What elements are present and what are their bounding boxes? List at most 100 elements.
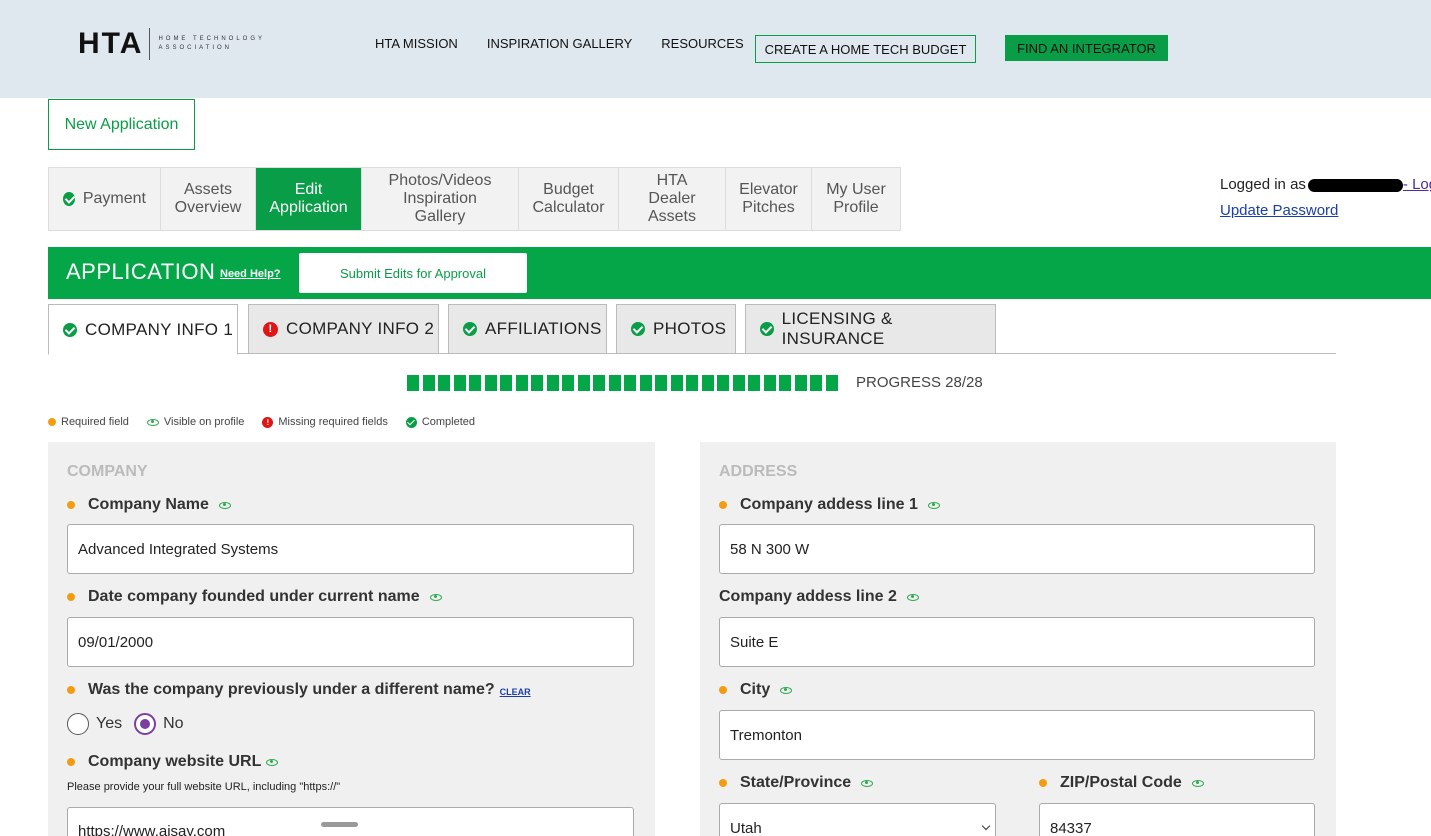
alert-icon: ! [262, 416, 274, 428]
subnav-budget-calculator[interactable]: Budget Calculator [519, 168, 619, 230]
founded-date-label: Date company founded under current name [67, 588, 447, 606]
eye-icon [266, 758, 279, 766]
required-dot-icon [67, 758, 75, 766]
progress-segment [670, 374, 683, 391]
tab-affiliations[interactable]: AFFILIATIONS [448, 304, 607, 354]
subnav-inspiration-gallery[interactable]: Photos/Videos Inspiration Gallery [362, 168, 519, 230]
subnav-label: Photos/Videos Inspiration Gallery [388, 172, 492, 225]
company-name-input[interactable]: Advanced Integrated Systems [67, 524, 634, 574]
city-label: City [719, 681, 797, 699]
drag-handle[interactable] [321, 822, 358, 827]
tab-company-info-2[interactable]: ! COMPANY INFO 2 [248, 304, 439, 354]
progress-segment [810, 374, 822, 391]
logo-mark: HTA [78, 27, 144, 60]
tab-label: PHOTOS [653, 319, 727, 338]
logged-in-label: Logged in as [1220, 176, 1306, 193]
progress-segment [608, 374, 621, 391]
label-text: Company Name [88, 496, 209, 513]
subnav-label: Payment [82, 190, 146, 207]
nav-inspiration-gallery[interactable]: INSPIRATION GALLERY [487, 36, 632, 51]
tab-photos[interactable]: PHOTOS [616, 304, 736, 354]
progress-segment [562, 374, 574, 391]
company-heading: COMPANY [67, 463, 148, 480]
zip-input[interactable]: 84337 [1039, 803, 1315, 836]
subnav-user-profile[interactable]: My User Profile [812, 168, 900, 230]
label-text: City [740, 681, 771, 698]
label-text: Company website URL [88, 753, 262, 770]
alert-icon: ! [263, 321, 278, 337]
progress-segment [469, 374, 481, 391]
label-text: Was the company previously under a diffe… [88, 681, 495, 698]
need-help-link[interactable]: Need Help? [220, 268, 281, 280]
application-tabs: COMPANY INFO 1 ! COMPANY INFO 2 AFFILIAT… [48, 304, 1336, 355]
progress-segment [531, 374, 543, 391]
required-dot-icon [48, 418, 56, 426]
dashboard-subnav: Payment Assets Overview Edit Application… [48, 167, 901, 231]
subnav-dealer-assets[interactable]: HTA Dealer Assets [619, 168, 726, 230]
progress-bar [407, 374, 841, 391]
logout-link[interactable]: - Log [1403, 176, 1431, 193]
city-input[interactable]: Tremonton [719, 710, 1315, 760]
state-value: Utah [730, 820, 762, 836]
radio-no-label: No [163, 715, 184, 732]
subnav-elevator-pitches[interactable]: Elevator Pitches [726, 168, 812, 230]
eye-icon [429, 593, 442, 601]
login-status: Logged in as - Log Update Password [1220, 176, 1431, 219]
field-legend: Required field Visible on profile ! Missi… [48, 416, 493, 428]
required-dot-icon [719, 686, 727, 694]
address-panel: ADDRESS Company addess line 1 58 N 300 W… [700, 442, 1336, 836]
address-line2-input[interactable]: Suite E [719, 617, 1315, 667]
application-title: APPLICATION [66, 259, 216, 284]
create-budget-button[interactable]: CREATE A HOME TECH BUDGET [755, 35, 976, 63]
clear-link[interactable]: CLEAR [500, 687, 531, 697]
tab-label: LICENSING & INSURANCE [781, 309, 893, 348]
radio-no[interactable] [134, 713, 157, 735]
label-text: State/Province [740, 774, 852, 791]
eye-icon [861, 779, 874, 787]
logo-divider [149, 28, 151, 60]
state-select[interactable]: Utah [719, 803, 996, 836]
tab-company-info-1[interactable]: COMPANY INFO 1 [48, 304, 238, 355]
subnav-payment[interactable]: Payment [49, 168, 161, 230]
required-dot-icon [67, 501, 75, 509]
radio-yes[interactable] [67, 713, 89, 735]
nav-resources[interactable]: RESOURCES [661, 36, 743, 51]
update-password-link[interactable]: Update Password [1220, 202, 1431, 219]
company-name-label: Company Name [67, 496, 236, 514]
progress-segment [453, 374, 466, 391]
hta-logo[interactable]: HTA HOME TECHNOLOGY ASSOCIATION [78, 27, 268, 61]
required-dot-icon [1039, 779, 1047, 787]
required-dot-icon [67, 686, 75, 694]
address-line1-input[interactable]: 58 N 300 W [719, 524, 1315, 574]
check-icon [405, 416, 417, 428]
progress-segment [779, 374, 791, 391]
progress-segment [686, 374, 698, 391]
site-header: HTA HOME TECHNOLOGY ASSOCIATION HTA MISS… [0, 0, 1431, 98]
radio-yes-label: Yes [96, 715, 123, 732]
eye-icon [906, 593, 919, 601]
subnav-label: Elevator Pitches [739, 181, 798, 216]
progress-segment [484, 374, 497, 391]
progress-segment [655, 374, 667, 391]
subnav-assets-overview[interactable]: Assets Overview [161, 168, 256, 230]
nav-hta-mission[interactable]: HTA MISSION [375, 36, 458, 51]
chevron-down-icon [981, 821, 991, 831]
progress-segment [732, 374, 745, 391]
check-icon [631, 322, 645, 336]
submit-edits-button[interactable]: Submit Edits for Approval [299, 253, 527, 293]
tab-label: COMPANY INFO 2 [286, 319, 435, 338]
progress-segment [593, 374, 605, 391]
subnav-edit-application[interactable]: Edit Application [256, 168, 362, 230]
tab-licensing-insurance[interactable]: LICENSING & INSURANCE [745, 304, 996, 354]
zip-label: ZIP/Postal Code [1039, 774, 1209, 792]
check-icon [463, 322, 477, 336]
label-text: Date company founded under current name [88, 588, 420, 605]
previous-name-label: Was the company previously under a diffe… [67, 681, 531, 699]
new-application-button[interactable]: New Application [48, 99, 195, 150]
legend-required: Required field [61, 416, 129, 428]
find-integrator-button[interactable]: FIND AN INTEGRATOR [1005, 35, 1168, 61]
founded-date-input[interactable]: 09/01/2000 [67, 617, 634, 667]
redacted-username [1307, 178, 1403, 192]
company-panel: COMPANY Company Name Advanced Integrated… [48, 442, 655, 836]
progress-segment [701, 374, 714, 391]
